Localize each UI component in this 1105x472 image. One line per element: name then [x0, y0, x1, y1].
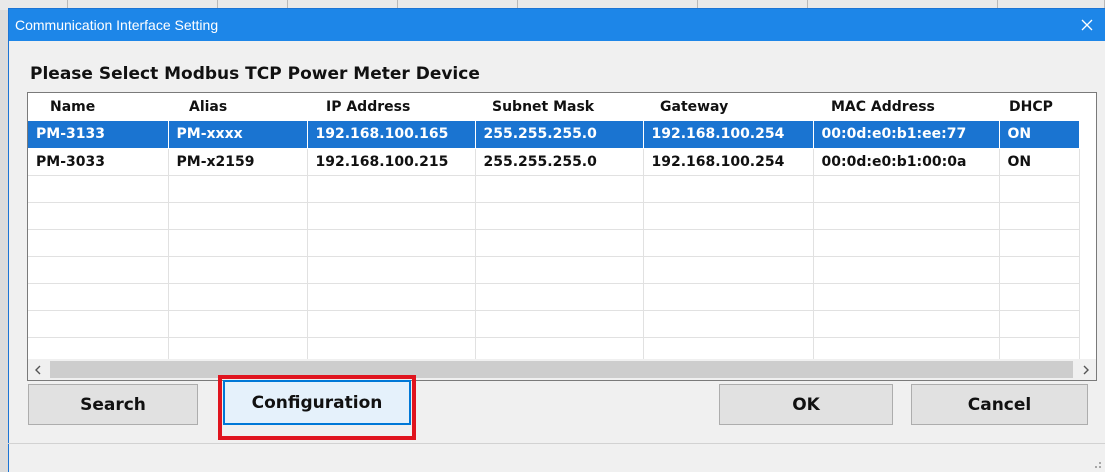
search-button[interactable]: Search [28, 384, 198, 425]
device-list-heading: Please Select Modbus TCP Power Meter Dev… [30, 64, 480, 84]
column-header-ip-address[interactable]: IP Address [307, 93, 475, 121]
empty-row [28, 202, 1080, 230]
cell-dhcp: ON [999, 121, 1080, 149]
device-table: Name Alias IP Address Subnet Mask Gatewa… [28, 93, 1080, 365]
dialog-title: Communication Interface Setting [15, 17, 219, 33]
close-icon [1081, 19, 1093, 31]
device-list[interactable]: Name Alias IP Address Subnet Mask Gatewa… [27, 92, 1097, 381]
cell-dhcp: ON [999, 148, 1080, 176]
cell-name: PM-3033 [28, 148, 169, 176]
cancel-button[interactable]: Cancel [911, 384, 1088, 425]
ok-button[interactable]: OK [719, 384, 893, 425]
column-header-gateway[interactable]: Gateway [643, 93, 813, 121]
table-header-row: Name Alias IP Address Subnet Mask Gatewa… [28, 93, 1079, 121]
dialog-titlebar: Communication Interface Setting [9, 9, 1105, 41]
status-bar-divider [8, 443, 1105, 444]
cell-gateway: 192.168.100.254 [643, 148, 814, 176]
column-header-mac-address[interactable]: MAC Address [813, 93, 999, 121]
cell-gateway: 192.168.100.254 [643, 121, 814, 149]
column-header-name[interactable]: Name [28, 93, 168, 121]
empty-row [28, 256, 1080, 284]
column-header-subnet-mask[interactable]: Subnet Mask [475, 93, 643, 121]
cell-ip-address: 192.168.100.165 [307, 121, 476, 149]
chevron-left-icon [35, 365, 41, 374]
cell-subnet-mask: 255.255.255.0 [475, 121, 644, 149]
scrollbar-thumb[interactable] [50, 361, 1073, 378]
cell-subnet-mask: 255.255.255.0 [475, 148, 644, 176]
cell-ip-address: 192.168.100.215 [307, 148, 476, 176]
resize-grip-icon[interactable] [1092, 459, 1102, 469]
cell-mac-address: 00:0d:e0:b1:00:0a [813, 148, 1000, 176]
cell-alias: PM-xxxx [168, 121, 308, 149]
table-row-selected[interactable]: PM-3133 PM-xxxx 192.168.100.165 255.255.… [28, 121, 1080, 149]
scroll-right-button[interactable] [1076, 359, 1096, 380]
close-button[interactable] [1069, 9, 1105, 41]
table-row[interactable]: PM-3033 PM-x2159 192.168.100.215 255.255… [28, 148, 1080, 176]
cell-alias: PM-x2159 [168, 148, 308, 176]
cell-mac-address: 00:0d:e0:b1:ee:77 [813, 121, 1000, 149]
empty-row [28, 283, 1080, 311]
empty-row [28, 229, 1080, 257]
column-header-alias[interactable]: Alias [168, 93, 307, 121]
column-header-dhcp[interactable]: DHCP [999, 93, 1079, 121]
scroll-left-button[interactable] [28, 359, 48, 380]
horizontal-scrollbar[interactable] [28, 359, 1096, 380]
configuration-button[interactable]: Configuration [223, 380, 411, 425]
empty-row [28, 310, 1080, 338]
cell-name: PM-3133 [28, 121, 169, 149]
chevron-right-icon [1083, 365, 1089, 374]
empty-row [28, 175, 1080, 203]
